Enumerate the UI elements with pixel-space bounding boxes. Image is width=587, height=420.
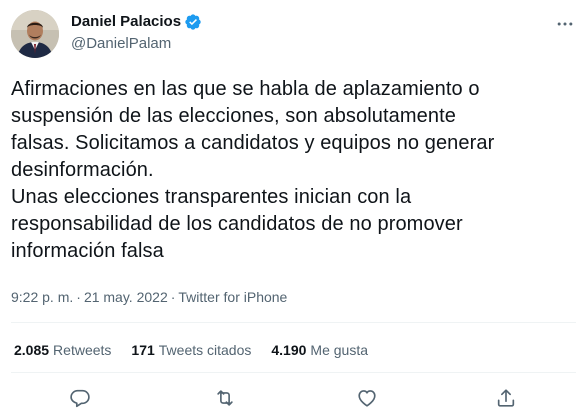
retweets-stat[interactable]: 2.085 Retweets	[14, 340, 111, 360]
verified-badge-icon	[185, 14, 201, 30]
like-icon[interactable]	[356, 387, 378, 409]
share-icon[interactable]	[495, 387, 517, 409]
quotes-stat[interactable]: 171 Tweets citados	[131, 340, 251, 360]
likes-label: Me gusta	[310, 342, 369, 358]
retweets-label: Retweets	[53, 342, 112, 358]
tweet-text: Afirmaciones en las que se habla de apla…	[11, 78, 495, 262]
avatar-image	[11, 10, 59, 58]
meta-separator: ·	[170, 289, 176, 305]
tweet-stats: 2.085 Retweets 171 Tweets citados 4.190 Me …	[14, 340, 388, 360]
likes-count: 4.190	[271, 342, 307, 358]
tweet-source[interactable]: Twitter for iPhone	[178, 289, 287, 305]
divider	[11, 372, 576, 373]
tweet-card: Daniel Palacios @DanielPalam Afirmacione…	[0, 0, 587, 420]
quotes-count: 171	[131, 342, 155, 358]
author-handle[interactable]: @DanielPalam	[71, 34, 171, 54]
tweet-date[interactable]: 21 may. 2022	[84, 289, 168, 305]
meta-separator: ·	[76, 289, 81, 305]
quotes-label: Tweets citados	[158, 342, 252, 358]
avatar[interactable]	[11, 10, 59, 58]
divider	[11, 322, 576, 323]
author-name-row[interactable]: Daniel Palacios	[71, 12, 202, 32]
tweet-meta: 9:22 p. m. · 21 may. 2022 · Twitter for iPho…	[11, 287, 287, 307]
tweet-actions	[0, 387, 587, 411]
retweet-icon[interactable]	[214, 387, 236, 409]
author-display-name[interactable]: Daniel Palacios	[71, 12, 181, 32]
more-options-icon[interactable]	[555, 14, 575, 34]
tweet-time[interactable]: 9:22 p. m.	[11, 289, 73, 305]
retweets-count: 2.085	[14, 342, 50, 358]
likes-stat[interactable]: 4.190 Me gusta	[271, 340, 368, 360]
reply-icon[interactable]	[69, 387, 91, 409]
